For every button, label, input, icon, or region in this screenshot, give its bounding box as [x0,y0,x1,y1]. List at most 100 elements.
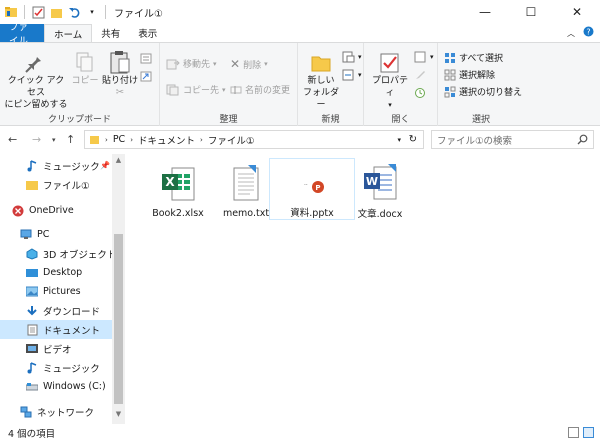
easy-access-button[interactable]: ▾ [342,69,362,81]
svg-text:P: P [315,184,320,192]
open-with-button[interactable]: ▾ [414,51,434,63]
nav-item-network[interactable]: ネットワーク [0,402,112,421]
minimize-button[interactable]: — [462,0,508,24]
copy-to-dropdown-icon: ▾ [222,85,226,94]
status-bar: 4 個の項目 [0,424,600,441]
nav-item-music[interactable]: ミュージック [0,358,112,377]
select-none-button[interactable]: 選択解除 [444,68,495,81]
scroll-down-icon[interactable]: ▼ [112,410,125,422]
properties-qat-icon[interactable] [31,5,45,19]
title-bar: ▾ ファイル① — ☐ ✕ [0,0,600,24]
help-icon[interactable]: ? [583,26,594,40]
paste-button[interactable]: 貼り付け ✂ [102,49,138,99]
nav-item-video[interactable]: ビデオ [0,339,112,358]
properties-button[interactable]: プロパティ ▾ [368,51,412,111]
nav-item-label: 3D オブジェクト [43,249,117,261]
nav-item-pictures[interactable]: Pictures [0,282,112,301]
new-item-button[interactable]: ▾ [342,51,362,63]
rename-icon [230,85,242,94]
view-switch [568,427,594,438]
scroll-up-icon[interactable]: ▲ [112,156,125,168]
paste-shortcut-button[interactable] [140,71,152,82]
documents-icon [26,324,38,336]
move-to-label: 移動先 [183,60,211,70]
paste-shortcut-icon [140,71,152,82]
tab-view[interactable]: 表示 [129,24,166,42]
back-arrow-icon[interactable]: ← [8,133,17,146]
easy-access-dropdown-icon: ▾ [358,71,362,79]
quick-access-toolbar: ▾ [0,5,108,19]
address-row: ← → ▾ ↑ › PC › ドキュメント › ファイル① ▾ ↻ ファイル①の… [0,126,600,154]
pin-quick-access-button[interactable]: クイック アクセス にピン留めする [4,51,68,111]
file-item-bunsho[interactable]: W 文章.docx [337,158,423,220]
tab-file[interactable]: ファイル [0,22,44,47]
breadcrumb-separator-icon: › [130,135,133,144]
nav-item-folder1[interactable]: ファイル① [0,175,112,194]
tab-share[interactable]: 共有 [92,24,129,42]
new-folder-button[interactable]: 新しい フォルダー [302,51,340,111]
delete-button[interactable]: ✕ 削除 ▾ [230,57,268,71]
properties-icon [380,53,399,73]
refresh-icon[interactable]: ↻ [409,134,417,145]
nav-item-onedrive[interactable]: OneDrive [0,201,112,220]
select-all-button[interactable]: すべて選択 [444,51,503,64]
breadcrumb-pc[interactable]: PC [113,134,125,145]
move-to-button[interactable]: 移動先 ▾ [166,57,217,70]
toolbar-separator [105,5,106,19]
forward-arrow-icon[interactable]: → [32,133,41,146]
address-dropdown-icon[interactable]: ▾ [397,136,401,144]
scroll-thumb[interactable] [114,234,123,404]
undo-icon[interactable] [67,5,81,19]
nav-item-label: Windows (C:) [43,381,106,392]
nav-scrollbar[interactable]: ▲ ▼ [112,154,125,424]
search-box[interactable]: ファイル①の検索 [431,130,594,149]
new-folder-icon [311,56,331,72]
copy-to-button[interactable]: コピー先 ▾ [166,83,226,96]
pin-icon [25,53,41,73]
large-icons-view-icon[interactable] [583,427,594,438]
invert-selection-button[interactable]: 選択の切り替え [444,85,522,98]
nav-item-music-quick[interactable]: ミュージック 📌 [0,156,112,175]
up-arrow-icon[interactable]: ↑ [66,133,75,146]
pin-label-line1: クイック アクセス [7,76,65,98]
move-to-icon [166,59,180,69]
nav-item-windows-c[interactable]: Windows (C:) [0,377,112,396]
nav-item-3d-objects[interactable]: 3D オブジェクト [0,244,116,263]
nav-item-label: ファイル① [43,180,90,192]
nav-item-desktop[interactable]: Desktop [0,263,112,282]
select-group: すべて選択 選択解除 選択の切り替え 選択 [438,43,534,127]
ribbon-options: ︿ ? [567,26,594,40]
tab-home[interactable]: ホーム [44,24,93,42]
collapse-ribbon-icon[interactable]: ︿ [567,28,575,39]
new-folder-qat-icon[interactable] [49,5,63,19]
details-view-icon[interactable] [568,427,579,438]
excel-file-icon: X [156,162,200,206]
network-icon [20,406,32,418]
nav-item-documents[interactable]: ドキュメント [0,320,112,339]
nav-item-pc[interactable]: PC [0,225,112,244]
history-button[interactable] [414,87,427,99]
copy-to-label: コピー先 [183,86,220,96]
copy-path-button[interactable] [140,53,152,64]
qat-dropdown-icon[interactable]: ▾ [85,5,99,19]
edit-button[interactable] [414,69,427,81]
breadcrumb-documents[interactable]: ドキュメント [138,133,195,147]
video-icon [26,343,38,355]
breadcrumb-current-folder[interactable]: ファイル① [208,133,255,147]
copy-button[interactable]: コピー [70,51,100,87]
download-icon [26,305,38,317]
cut-icon[interactable]: ✂ [116,87,124,99]
svg-text:..: .. [304,180,308,187]
nav-item-downloads[interactable]: ダウンロード [0,301,112,320]
search-placeholder: ファイル①の検索 [437,135,513,147]
pictures-icon [26,286,38,298]
address-bar[interactable]: › PC › ドキュメント › ファイル① ▾ ↻ [84,130,424,149]
organize-group: 移動先 ▾ コピー先 ▾ ✕ 削除 ▾ 名前の変更 整理 [160,43,298,127]
word-file-icon: W [358,162,402,204]
item-count: 4 個の項目 [8,428,56,440]
close-button[interactable]: ✕ [554,0,600,24]
recent-locations-icon[interactable]: ▾ [52,136,56,144]
rename-button[interactable]: 名前の変更 [230,83,290,96]
new-folder-label-line1: 新しい [307,76,335,86]
maximize-button[interactable]: ☐ [508,0,554,24]
